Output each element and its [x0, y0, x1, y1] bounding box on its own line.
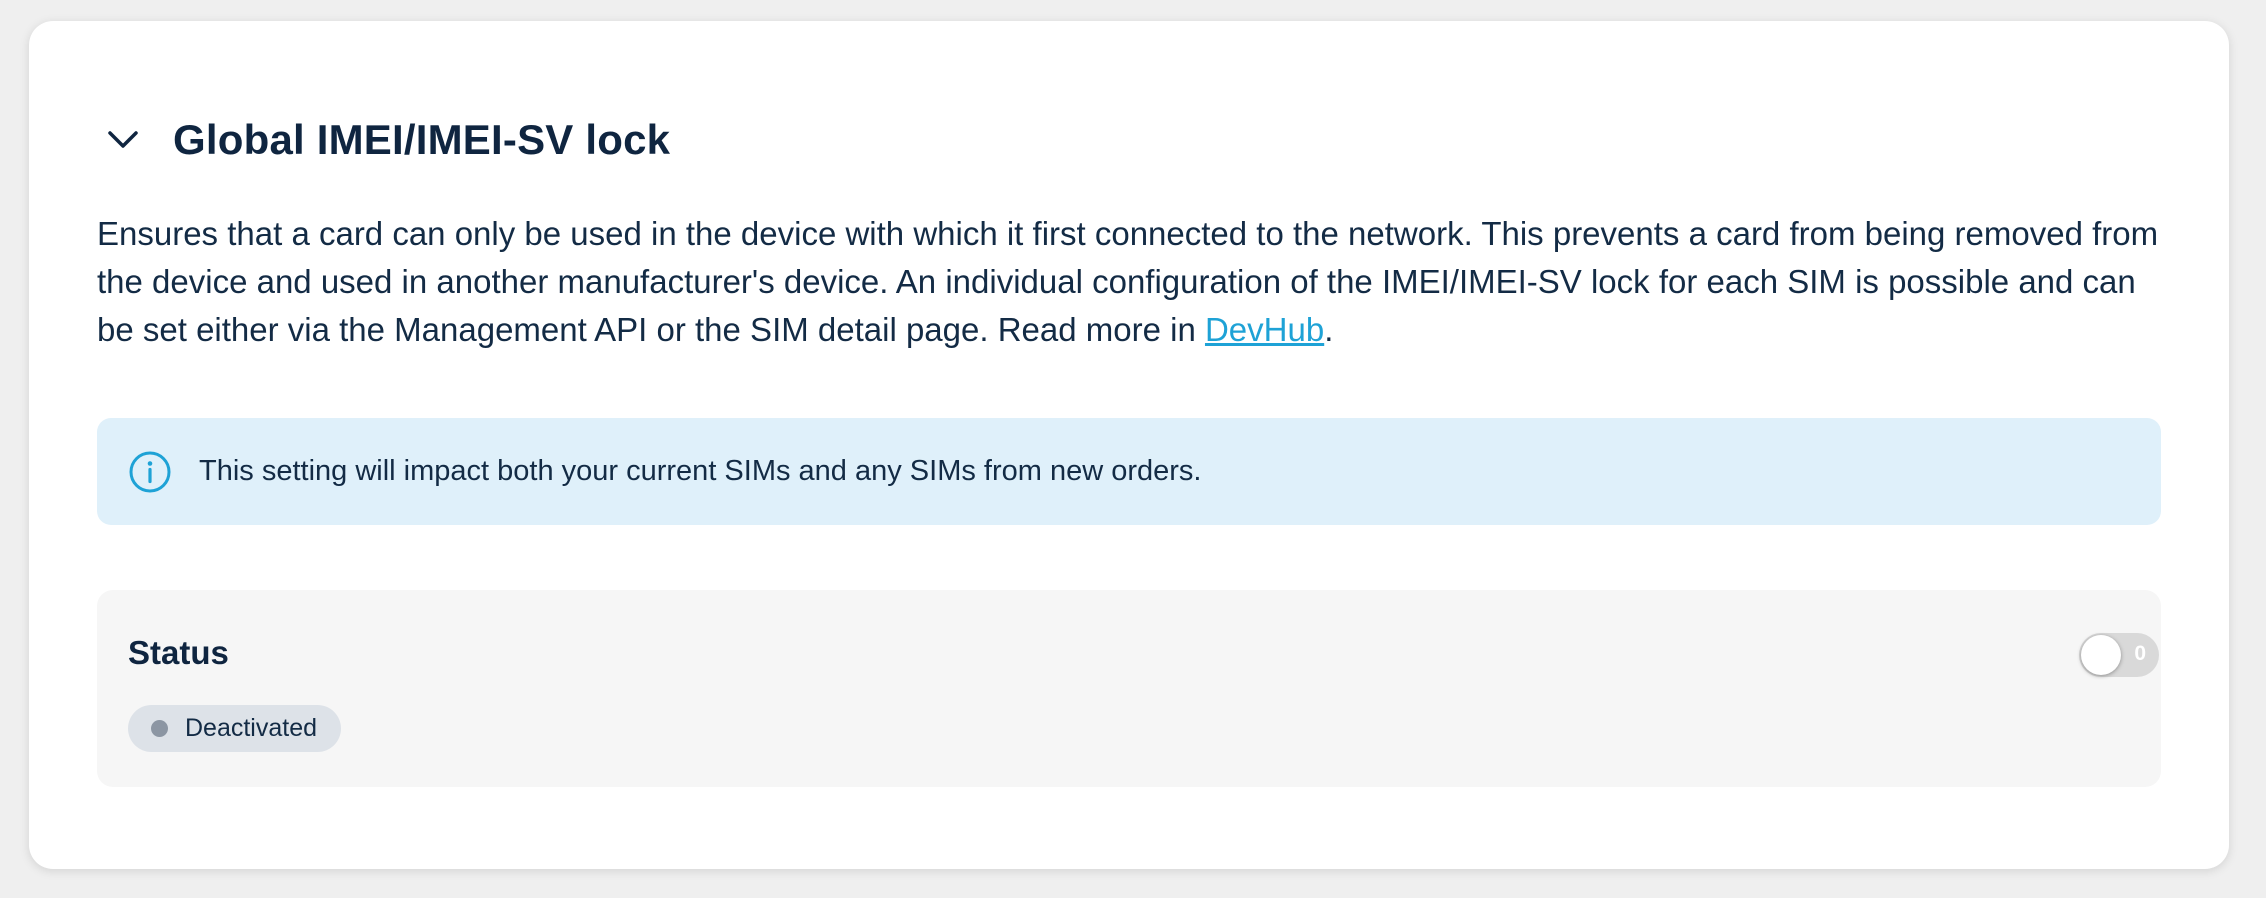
- toggle-knob: [2081, 635, 2121, 675]
- section-title: Global IMEI/IMEI-SV lock: [173, 116, 671, 163]
- status-dot-icon: [151, 720, 168, 737]
- toggle-text: 0: [2134, 642, 2146, 665]
- status-panel: Status Deactivated 0: [97, 590, 2161, 787]
- section-header[interactable]: Global IMEI/IMEI-SV lock: [103, 91, 670, 189]
- status-badge: Deactivated: [128, 705, 342, 752]
- info-banner: This setting will impact both your curre…: [97, 418, 2161, 525]
- description-end: .: [1324, 311, 1334, 348]
- info-text: This setting will impact both your curre…: [199, 455, 1202, 487]
- status-label: Status: [128, 634, 229, 671]
- status-toggle[interactable]: 0: [2079, 633, 2159, 677]
- info-icon: [128, 450, 172, 494]
- status-badge-text: Deactivated: [185, 714, 318, 742]
- chevron-down-icon[interactable]: [103, 120, 143, 160]
- devhub-link[interactable]: DevHub: [1205, 311, 1324, 348]
- description-text: Ensures that a card can only be used in …: [97, 215, 2159, 348]
- section-description: Ensures that a card can only be used in …: [97, 210, 2167, 354]
- imei-lock-card: Global IMEI/IMEI-SV lock Ensures that a …: [29, 21, 2229, 869]
